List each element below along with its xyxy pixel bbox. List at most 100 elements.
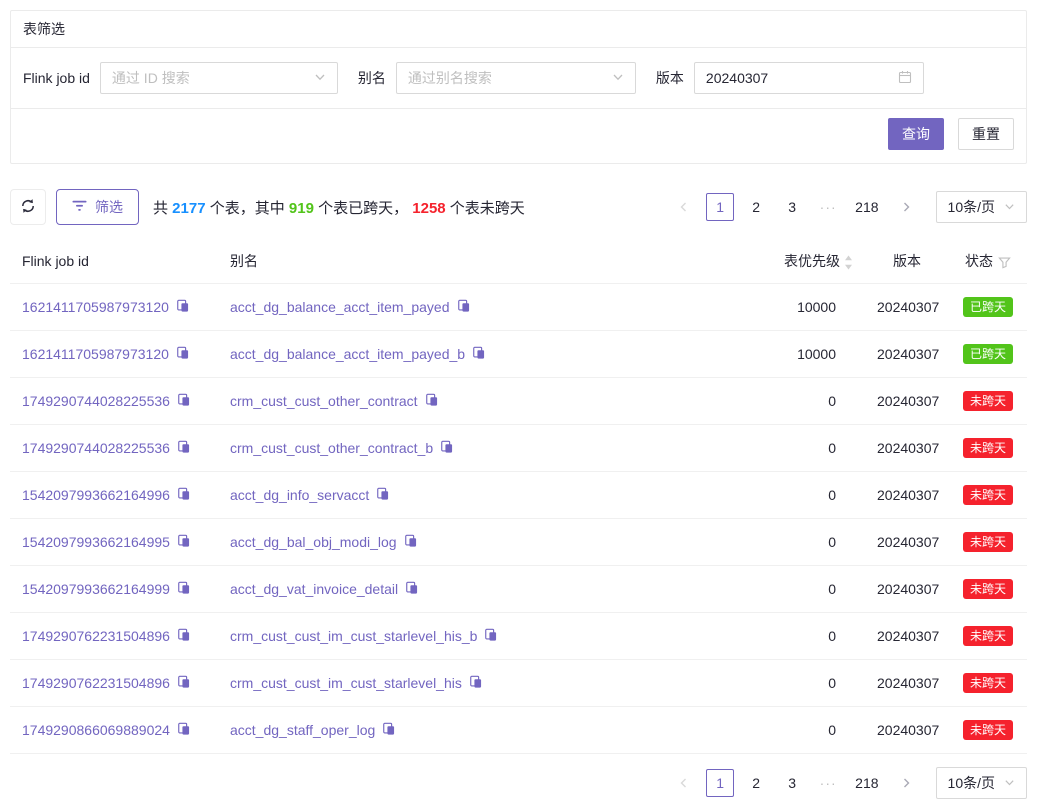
alias-link[interactable]: acct_dg_balance_acct_item_payed: [230, 299, 450, 315]
table-summary: 共 2177 个表，其中 919 个表已跨天， 1258 个表未跨天: [153, 197, 525, 218]
copy-icon[interactable]: [376, 487, 390, 501]
flink-job-id-link[interactable]: 1621411705987973120: [22, 346, 169, 362]
flink-job-id-link[interactable]: 1749290762231504896: [22, 628, 170, 644]
version-cell: 20240307: [865, 331, 949, 378]
alias-link[interactable]: crm_cust_cust_im_cust_starlevel_his_b: [230, 628, 477, 644]
sorter-icon[interactable]: [844, 255, 853, 270]
status-cell: 未跨天: [949, 566, 1027, 613]
alias-link[interactable]: acct_dg_info_servacct: [230, 487, 369, 503]
refresh-icon: [20, 198, 36, 217]
pagination-ellipsis[interactable]: ···: [814, 769, 842, 797]
filter-funnel-icon[interactable]: [998, 256, 1011, 269]
pagination-page-2[interactable]: 2: [742, 193, 770, 221]
page-size-value: 10条/页: [948, 773, 995, 793]
alias-link[interactable]: acct_dg_vat_invoice_detail: [230, 581, 398, 597]
copy-icon[interactable]: [440, 440, 454, 454]
flink-job-id-select[interactable]: 通过 ID 搜索: [100, 62, 338, 94]
alias-placeholder: 通过别名搜索: [408, 68, 492, 88]
table-row: 1749290762231504896 crm_cust_cust_im_cust…: [10, 660, 1027, 707]
alias-link[interactable]: acct_dg_balance_acct_item_payed_b: [230, 346, 465, 362]
pagination-page-2[interactable]: 2: [742, 769, 770, 797]
alias-link[interactable]: crm_cust_cust_other_contract_b: [230, 440, 433, 456]
status-badge: 未跨天: [963, 485, 1013, 505]
table-row: 1749290866069889024 acct_dg_staff_oper_lo…: [10, 707, 1027, 754]
flink-job-id-cell: 1749290762231504896: [10, 660, 218, 707]
copy-icon[interactable]: [404, 534, 418, 548]
version-cell: 20240307: [865, 613, 949, 660]
flink-job-id-link[interactable]: 1621411705987973120: [22, 299, 169, 315]
priority-cell: 10000: [755, 331, 865, 378]
table-row: 1542097993662164995 acct_dg_bal_obj_modi_…: [10, 519, 1027, 566]
flink-job-id-link[interactable]: 1749290866069889024: [22, 722, 170, 738]
query-button[interactable]: 查询: [888, 118, 944, 150]
pagination-next[interactable]: [892, 193, 920, 221]
version-field: 版本 20240307: [656, 62, 924, 94]
page-size-select[interactable]: 10条/页: [936, 191, 1027, 223]
alias-cell: acct_dg_info_servacct: [218, 472, 755, 519]
copy-icon[interactable]: [405, 581, 419, 595]
pagination-page-1[interactable]: 1: [706, 769, 734, 797]
copy-icon[interactable]: [457, 299, 471, 313]
table-row: 1749290744028225536 crm_cust_cust_other_c…: [10, 378, 1027, 425]
copy-icon[interactable]: [382, 722, 396, 736]
status-badge: 未跨天: [963, 532, 1013, 552]
pagination-next[interactable]: [892, 769, 920, 797]
copy-icon[interactable]: [484, 628, 498, 642]
alias-select[interactable]: 通过别名搜索: [396, 62, 636, 94]
priority-cell: 0: [755, 707, 865, 754]
priority-cell: 0: [755, 613, 865, 660]
pagination-prev[interactable]: [670, 769, 698, 797]
pagination-page-3[interactable]: 3: [778, 193, 806, 221]
status-cell: 未跨天: [949, 519, 1027, 566]
copy-icon[interactable]: [177, 487, 191, 501]
copy-icon[interactable]: [177, 440, 191, 454]
alias-link[interactable]: crm_cust_cust_im_cust_starlevel_his: [230, 675, 462, 691]
pagination-page-3[interactable]: 3: [778, 769, 806, 797]
filter-card: 表筛选 Flink job id 通过 ID 搜索 别名 通过别名搜索 版本: [10, 10, 1027, 164]
tables-table: Flink job id 别名 表优先级 版本 状态 1621411705987…: [10, 239, 1027, 754]
table-row: 1621411705987973120 acct_dg_balance_acct_…: [10, 331, 1027, 378]
refresh-button[interactable]: [10, 189, 46, 225]
version-cell: 20240307: [865, 425, 949, 472]
status-cell: 未跨天: [949, 425, 1027, 472]
flink-job-id-link[interactable]: 1749290762231504896: [22, 675, 170, 691]
bottom-bar: 123 ··· 218 10条/页: [10, 767, 1027, 799]
copy-icon[interactable]: [176, 299, 190, 313]
flink-job-id-link[interactable]: 1542097993662164996: [22, 487, 170, 503]
copy-icon[interactable]: [469, 675, 483, 689]
priority-cell: 0: [755, 519, 865, 566]
copy-icon[interactable]: [472, 346, 486, 360]
table-row: 1542097993662164996 acct_dg_info_servacct…: [10, 472, 1027, 519]
column-priority[interactable]: 表优先级: [755, 239, 865, 284]
column-flink-job-id: Flink job id: [10, 239, 218, 284]
copy-icon[interactable]: [177, 581, 191, 595]
table-row: 1542097993662164999 acct_dg_vat_invoice_d…: [10, 566, 1027, 613]
alias-link[interactable]: acct_dg_bal_obj_modi_log: [230, 534, 397, 550]
page-size-select[interactable]: 10条/页: [936, 767, 1027, 799]
copy-icon[interactable]: [425, 393, 439, 407]
pagination-page-218[interactable]: 218: [850, 193, 883, 221]
alias-link[interactable]: acct_dg_staff_oper_log: [230, 722, 375, 738]
reset-button[interactable]: 重置: [958, 118, 1014, 150]
flink-job-id-label: Flink job id: [23, 70, 90, 86]
pagination-prev[interactable]: [670, 193, 698, 221]
pagination-page-1[interactable]: 1: [706, 193, 734, 221]
copy-icon[interactable]: [176, 346, 190, 360]
flink-job-id-link[interactable]: 1542097993662164995: [22, 534, 170, 550]
flink-job-id-link[interactable]: 1749290744028225536: [22, 393, 170, 409]
pagination-ellipsis[interactable]: ···: [814, 193, 842, 221]
alias-link[interactable]: crm_cust_cust_other_contract: [230, 393, 418, 409]
chevron-down-icon: [612, 70, 624, 86]
version-date-input[interactable]: 20240307: [694, 62, 924, 94]
copy-icon[interactable]: [177, 722, 191, 736]
copy-icon[interactable]: [177, 628, 191, 642]
filter-button[interactable]: 筛选: [56, 189, 139, 225]
filter-card-title: 表筛选: [11, 11, 1026, 48]
uncrossed-count: 1258: [412, 200, 445, 217]
flink-job-id-link[interactable]: 1542097993662164999: [22, 581, 170, 597]
copy-icon[interactable]: [177, 393, 191, 407]
pagination-page-218[interactable]: 218: [850, 769, 883, 797]
copy-icon[interactable]: [177, 534, 191, 548]
copy-icon[interactable]: [177, 675, 191, 689]
flink-job-id-link[interactable]: 1749290744028225536: [22, 440, 170, 456]
